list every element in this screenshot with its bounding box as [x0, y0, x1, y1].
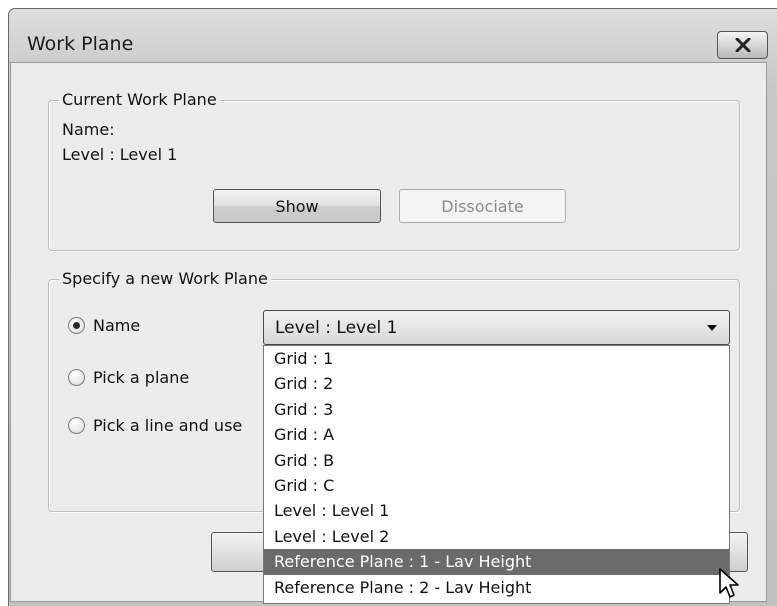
current-work-plane-group: Current Work Plane	[48, 90, 740, 251]
current-plane-name: Level : Level 1	[62, 145, 178, 164]
radio-pick-plane-label: Pick a plane	[93, 368, 190, 387]
current-work-plane-title: Current Work Plane	[59, 90, 220, 110]
dropdown-item[interactable]: Grid : B	[264, 448, 729, 473]
dropdown-item[interactable]: Reference Plane : 2 - Lav Height	[264, 575, 729, 600]
dropdown-item[interactable]: Grid : 3	[264, 397, 729, 422]
work-plane-name-combo[interactable]: Level : Level 1	[263, 310, 730, 345]
dropdown-item[interactable]: Grid : A	[264, 422, 729, 447]
combo-selected-value: Level : Level 1	[275, 318, 398, 338]
close-button[interactable]	[717, 31, 768, 59]
dropdown-item-highlighted[interactable]: Reference Plane : 1 - Lav Height	[264, 549, 729, 575]
dropdown-item[interactable]: Level : Level 1	[264, 498, 729, 523]
new-work-plane-title: Specify a new Work Plane	[59, 269, 271, 289]
radio-name-button[interactable]	[68, 317, 85, 334]
name-label: Name:	[62, 120, 115, 139]
dialog-title: Work Plane	[27, 33, 134, 55]
radio-pick-line-label: Pick a line and use	[93, 416, 243, 435]
show-button[interactable]: Show	[213, 189, 381, 223]
dissociate-button[interactable]: Dissociate	[399, 189, 566, 223]
chevron-down-icon[interactable]	[707, 325, 717, 331]
close-icon	[735, 38, 751, 52]
radio-pick-plane-button[interactable]	[68, 369, 85, 386]
radio-name-label: Name	[93, 316, 141, 335]
radio-name-option[interactable]: Name	[68, 316, 140, 335]
dropdown-item[interactable]: Level : Level 2	[264, 524, 729, 549]
radio-pick-plane-option[interactable]: Pick a plane	[68, 368, 189, 387]
mouse-pointer-icon	[718, 567, 740, 603]
dropdown-item[interactable]: Grid : C	[264, 473, 729, 498]
radio-pick-line-option[interactable]: Pick a line and use	[68, 416, 242, 435]
radio-pick-line-button[interactable]	[68, 417, 85, 434]
combo-dropdown-list[interactable]: Grid : 1 Grid : 2 Grid : 3 Grid : A Grid…	[263, 345, 730, 604]
dropdown-item[interactable]: Grid : 1	[264, 346, 729, 371]
dropdown-item[interactable]: Grid : 2	[264, 371, 729, 396]
